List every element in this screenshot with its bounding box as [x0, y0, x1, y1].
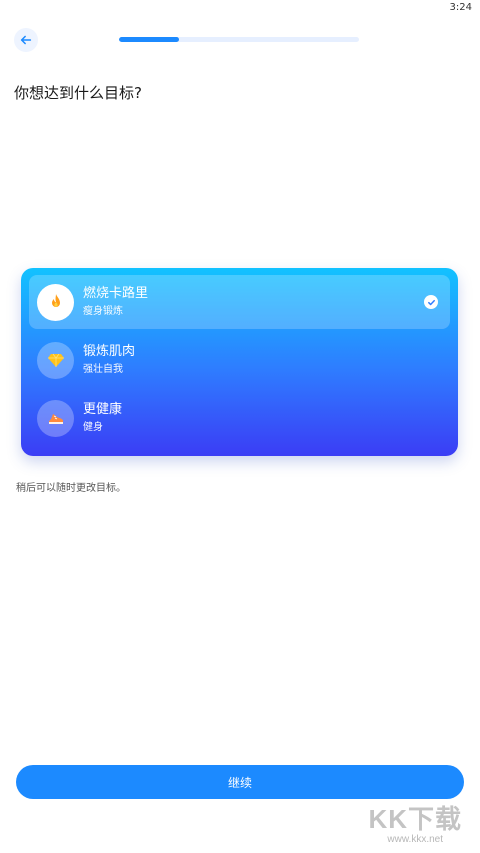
goal-label: 燃烧卡路里	[83, 286, 149, 301]
progress-bar	[119, 37, 359, 42]
arrow-left-icon	[20, 35, 32, 45]
goal-option-build-muscle[interactable]: 锻炼肌肉 强壮自我	[29, 333, 450, 387]
status-bar: 3:24	[0, 0, 480, 18]
sneaker-icon	[48, 414, 63, 424]
goal-subtitle: 瘦身锻炼	[83, 306, 123, 317]
goal-option-burn-calories[interactable]: 燃烧卡路里 瘦身锻炼	[29, 275, 450, 329]
progress-fill	[119, 37, 179, 42]
hint-text: 稍后可以随时更改目标。	[16, 483, 126, 494]
goal-subtitle: 强壮自我	[83, 364, 123, 375]
goal-option-healthier[interactable]: 更健康 健身	[29, 391, 450, 445]
flame-icon	[51, 294, 60, 307]
status-time: 3:24	[449, 2, 472, 13]
check-icon	[424, 295, 438, 309]
watermark: KK下载 www.kkx.net	[368, 799, 462, 845]
goal-subtitle: 健身	[83, 422, 103, 433]
back-button[interactable]	[14, 28, 38, 52]
continue-button[interactable]: 继续	[16, 765, 464, 799]
watermark-logo: KK下载	[368, 804, 462, 834]
goal-label: 更健康	[83, 402, 123, 417]
goal-label: 锻炼肌肉	[83, 344, 136, 359]
goal-card: 燃烧卡路里 瘦身锻炼 锻炼肌肉 强壮自我 更健康 健身	[21, 268, 458, 456]
diamond-icon	[47, 353, 64, 367]
page-title: 你想达到什么目标?	[14, 84, 142, 102]
